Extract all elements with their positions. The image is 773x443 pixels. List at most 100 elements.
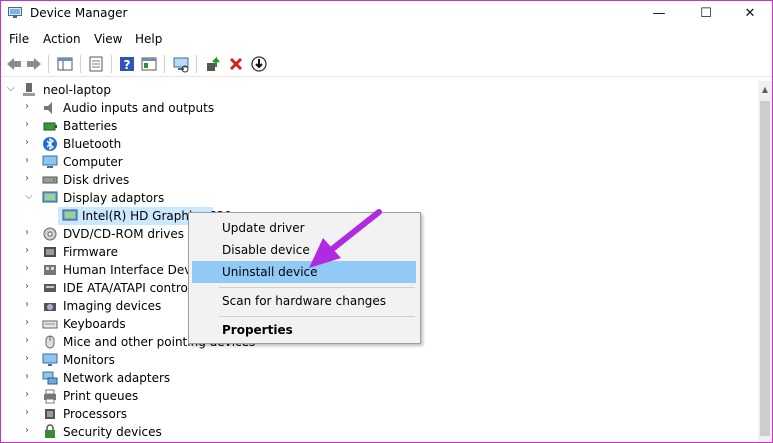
ctx-scan-hardware-label: Scan for hardware changes: [222, 294, 387, 308]
firmware-icon: [44, 247, 56, 257]
scan-hardware-icon[interactable]: [172, 55, 190, 73]
tree-category-row[interactable]: › Bluetooth: [1, 135, 758, 153]
download-driver-icon[interactable]: [250, 55, 268, 73]
keyboard-icon: [42, 320, 58, 329]
menu-file[interactable]: File: [9, 32, 29, 46]
tree-root-row[interactable]: ⌵ neol-laptop: [1, 81, 758, 99]
camera-icon: [44, 303, 56, 311]
monitor-icon: [42, 353, 58, 366]
toolbar: ?: [1, 52, 772, 77]
expand-caret-icon[interactable]: ⌵: [7, 83, 17, 95]
tree-category-row[interactable]: › Print queues: [1, 387, 758, 405]
tree-item-label: Security devices: [63, 425, 162, 439]
tree-item-label: Network adapters: [63, 371, 171, 385]
collapse-caret-icon[interactable]: ›: [25, 407, 35, 419]
processor-icon: [45, 409, 55, 419]
collapse-caret-icon[interactable]: ›: [25, 119, 35, 131]
tree-category-row[interactable]: › Batteries: [1, 117, 758, 135]
mouse-icon: [45, 335, 55, 349]
expand-caret-icon[interactable]: ⌵: [25, 191, 35, 203]
forward-arrow-icon[interactable]: [25, 55, 43, 73]
title-bar: Device Manager — ☐ ✕: [1, 1, 772, 27]
collapse-caret-icon[interactable]: ›: [25, 173, 35, 185]
scrollbar-thumb[interactable]: [760, 101, 770, 436]
collapse-caret-icon[interactable]: ›: [25, 101, 35, 113]
device-manager-window: Device Manager — ☐ ✕ File Action View He…: [0, 0, 773, 443]
collapse-caret-icon[interactable]: ›: [25, 353, 35, 365]
disk-drive-icon: [42, 176, 58, 184]
uninstall-x-icon[interactable]: [227, 55, 245, 73]
tree-category-row[interactable]: › Network adapters: [1, 369, 758, 387]
menu-view[interactable]: View: [94, 32, 122, 46]
tree-item-label: Batteries: [63, 119, 118, 133]
collapse-caret-icon[interactable]: ›: [25, 155, 35, 167]
window-title: Device Manager: [30, 6, 128, 20]
collapse-caret-icon[interactable]: ›: [25, 371, 35, 383]
dvd-drive-icon: [43, 227, 57, 241]
tree-item-label: DVD/CD-ROM drives: [63, 227, 185, 241]
toolbar-separator: [111, 55, 112, 73]
close-button[interactable]: ✕: [727, 1, 772, 27]
svg-text:?: ?: [124, 58, 131, 72]
ctx-properties[interactable]: Properties: [192, 319, 416, 341]
tree-item-label: Processors: [63, 407, 128, 421]
properties-sheet-icon[interactable]: [87, 55, 105, 73]
show-hide-console-tree-icon[interactable]: [56, 55, 74, 73]
toolbar-separator: [80, 55, 81, 73]
tree-category-row[interactable]: › Processors: [1, 405, 758, 423]
vertical-scrollbar[interactable]: ▲: [758, 81, 772, 442]
tree-root-label: neol-laptop: [43, 83, 111, 97]
tree-category-row[interactable]: › Computer: [1, 153, 758, 171]
tree-category-row[interactable]: › Disk drives: [1, 171, 758, 189]
ctx-separator: [219, 316, 415, 317]
maximize-button[interactable]: ☐: [683, 1, 729, 27]
display-adapter-icon: [62, 209, 78, 221]
collapse-caret-icon[interactable]: ›: [25, 335, 35, 347]
collapse-caret-icon[interactable]: ›: [25, 299, 35, 311]
toolbar-separator: [196, 55, 197, 73]
toolbar-separator: [164, 55, 165, 73]
ctx-properties-label: Properties: [222, 323, 293, 337]
computer-root-icon: [23, 83, 35, 96]
hid-icon: [44, 265, 56, 275]
collapse-caret-icon[interactable]: ›: [25, 281, 35, 293]
collapse-caret-icon[interactable]: ›: [25, 137, 35, 149]
view-resources-icon[interactable]: [140, 55, 158, 73]
menu-action[interactable]: Action: [43, 32, 81, 46]
printer-icon: [44, 389, 56, 404]
collapse-caret-icon[interactable]: ›: [25, 317, 35, 329]
tree-category-row[interactable]: › Audio inputs and outputs: [1, 99, 758, 117]
update-driver-icon[interactable]: [204, 55, 222, 73]
scroll-up-arrow-icon[interactable]: ▲: [758, 81, 772, 98]
help-icon[interactable]: ?: [118, 55, 136, 73]
collapse-caret-icon[interactable]: ›: [25, 425, 35, 437]
tree-item-label: Bluetooth: [63, 137, 122, 151]
tree-item-label: Disk drives: [63, 173, 130, 187]
menu-bar: File Action View Help: [1, 29, 772, 51]
network-adapter-icon: [42, 371, 58, 385]
tree-item-label: Imaging devices: [63, 299, 162, 313]
back-arrow-icon[interactable]: [5, 55, 23, 73]
toolbar-separator: [48, 55, 49, 73]
bluetooth-icon: [43, 137, 57, 151]
ctx-scan-hardware[interactable]: Scan for hardware changes: [192, 290, 416, 312]
annotation-arrow-icon: [309, 209, 382, 268]
tree-item-label: Print queues: [63, 389, 139, 403]
computer-icon: [42, 155, 58, 168]
ctx-update-driver-label: Update driver: [222, 221, 305, 235]
tree-item-label: Keyboards: [63, 317, 126, 331]
device-manager-icon: [8, 7, 22, 18]
display-adapter-icon: [42, 191, 58, 203]
tree-category-row[interactable]: › Security devices: [1, 423, 758, 441]
menu-help[interactable]: Help: [135, 32, 162, 46]
collapse-caret-icon[interactable]: ›: [25, 245, 35, 257]
ctx-separator: [219, 287, 415, 288]
ctx-disable-device-label: Disable device: [222, 243, 310, 257]
collapse-caret-icon[interactable]: ›: [25, 389, 35, 401]
tree-category-row[interactable]: › Monitors: [1, 351, 758, 369]
collapse-caret-icon[interactable]: ›: [25, 263, 35, 275]
tree-item-label: Audio inputs and outputs: [63, 101, 215, 115]
minimize-button[interactable]: —: [636, 1, 682, 27]
tree-category-row[interactable]: ⌵ Display adaptors: [1, 189, 758, 207]
collapse-caret-icon[interactable]: ›: [25, 227, 35, 239]
